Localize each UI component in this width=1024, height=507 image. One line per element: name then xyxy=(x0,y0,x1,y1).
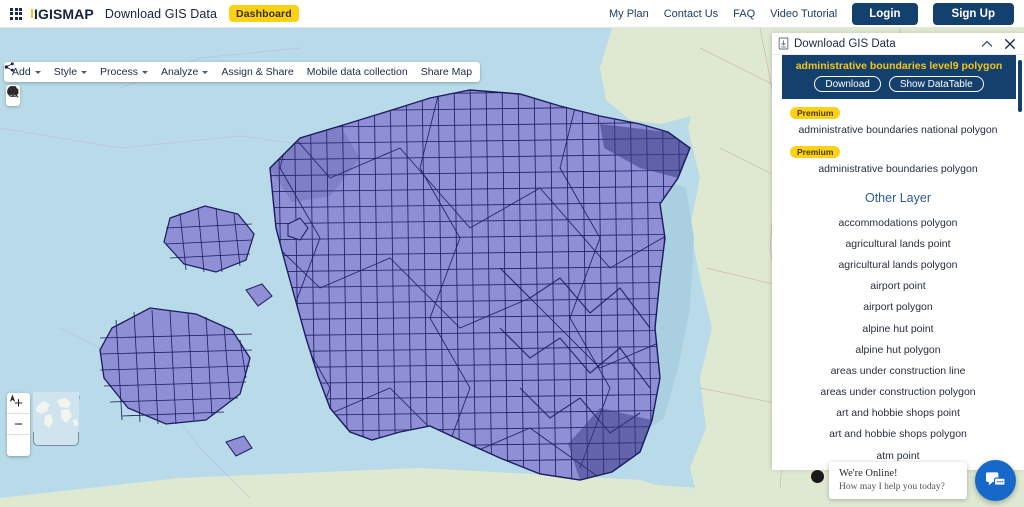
chevron-up-icon[interactable] xyxy=(981,39,993,49)
live-chat-widget: We're Online! How may I help you today? xyxy=(811,460,1016,501)
nav-link-faq[interactable]: FAQ xyxy=(733,8,755,20)
agent-avatar-icon xyxy=(811,470,824,483)
menu-assign-share[interactable]: Assign & Share xyxy=(221,66,293,78)
brand-logo[interactable]: IGISMAP xyxy=(31,6,94,22)
map-menubar: Add Style Process Analyze Assign & Share… xyxy=(4,62,481,82)
list-item[interactable]: alpine hut polygon xyxy=(772,339,1024,360)
menu-share-map-label: Share Map xyxy=(420,66,473,78)
panel-body[interactable]: Premium administrative boundaries level9… xyxy=(772,55,1024,470)
map-toolstrip xyxy=(6,85,20,106)
top-header: IGISMAP Download GIS Data Dashboard My P… xyxy=(0,0,1024,28)
menu-analyze[interactable]: Analyze xyxy=(160,66,209,78)
chat-prompt-text: How may I help you today? xyxy=(839,482,945,492)
chat-open-button[interactable] xyxy=(975,460,1016,501)
chat-status-text: We're Online! xyxy=(839,468,898,479)
list-item[interactable]: areas under construction line xyxy=(772,360,1024,381)
panel-title: Download GIS Data xyxy=(794,37,896,50)
signup-button[interactable]: Sign Up xyxy=(932,2,1014,25)
nav-link-contact-us[interactable]: Contact Us xyxy=(664,8,718,20)
nav-link-my-plan[interactable]: My Plan xyxy=(609,8,649,20)
nav-link-video-tutorial[interactable]: Video Tutorial xyxy=(770,8,837,20)
panel-scrollbar-thumb[interactable] xyxy=(1018,60,1022,112)
chevron-down-icon xyxy=(141,70,148,74)
list-item[interactable]: alpine hut point xyxy=(772,318,1024,339)
download-button[interactable]: Download xyxy=(814,76,881,92)
zoom-out-button[interactable]: − xyxy=(7,414,30,435)
menu-style[interactable]: Style xyxy=(53,66,88,78)
chevron-down-icon xyxy=(81,70,88,74)
list-item[interactable]: accommodations polygon xyxy=(772,212,1024,233)
menu-process-label: Process xyxy=(100,66,138,78)
chat-bubble-icon xyxy=(986,472,1006,486)
compass-north-icon xyxy=(9,394,16,402)
list-item[interactable]: art and hobbie shops point xyxy=(772,403,1024,424)
list-item[interactable]: agricultural lands point xyxy=(772,233,1024,254)
menu-style-label: Style xyxy=(53,66,78,78)
premium-badge: Premium xyxy=(790,107,841,119)
show-datatable-button[interactable]: Show DataTable xyxy=(888,76,984,92)
list-item[interactable]: art and hobbie shops polygon xyxy=(772,424,1024,445)
map-type-thumbnail[interactable] xyxy=(33,392,79,446)
panel-header: Download GIS Data xyxy=(772,33,1024,55)
selected-layer-actions: Download Show DataTable xyxy=(788,76,1010,92)
layers-icon[interactable] xyxy=(6,85,20,98)
chevron-down-icon xyxy=(202,70,209,74)
chevron-down-icon xyxy=(34,70,41,74)
world-map-thumb-icon xyxy=(33,392,79,432)
other-layer-heading: Other Layer xyxy=(864,191,931,205)
login-button[interactable]: Login xyxy=(852,2,918,25)
app-root: IGISMAP Download GIS Data Dashboard My P… xyxy=(0,0,1024,507)
menu-process[interactable]: Process xyxy=(100,66,148,78)
selected-layer-item[interactable]: Premium administrative boundaries level9… xyxy=(782,55,1016,99)
download-data-icon xyxy=(778,37,789,50)
chat-greeting-bubble[interactable]: We're Online! How may I help you today? xyxy=(829,462,967,499)
list-item[interactable]: airport point xyxy=(772,276,1024,297)
panel-scrollbar-track[interactable] xyxy=(1018,59,1022,455)
menu-add[interactable]: Add xyxy=(12,66,41,78)
list-item[interactable]: agricultural lands polygon xyxy=(772,254,1024,275)
list-item[interactable]: areas under construction polygon xyxy=(772,382,1024,403)
apps-grid-icon[interactable] xyxy=(10,7,22,20)
list-item[interactable]: airport polygon xyxy=(772,297,1024,318)
share-nodes-icon xyxy=(4,62,14,72)
menu-share-map[interactable]: Share Map xyxy=(4,62,473,78)
reset-north-button[interactable] xyxy=(7,394,30,456)
download-gis-data-panel: Download GIS Data Premium administrative… xyxy=(772,33,1024,470)
header-subtitle: Download GIS Data xyxy=(104,6,218,21)
brand-name: IGISMAP xyxy=(34,5,94,22)
menu-mobile-data-collection[interactable]: Mobile data collection xyxy=(307,66,408,78)
premium-layer-row: Premium administrative boundaries polygo… xyxy=(772,138,1024,177)
premium-layer-row: Premium administrative boundaries nation… xyxy=(772,99,1024,138)
premium-layer-name[interactable]: administrative boundaries polygon xyxy=(772,163,1024,175)
panel-header-actions xyxy=(981,38,1016,50)
close-icon[interactable] xyxy=(1004,38,1016,50)
dashboard-badge[interactable]: Dashboard xyxy=(229,5,299,22)
header-nav: My Plan Contact Us FAQ Video Tutorial Lo… xyxy=(609,2,1014,25)
menu-analyze-label: Analyze xyxy=(160,66,199,78)
selected-layer-name: administrative boundaries level9 polygon xyxy=(795,60,1003,72)
premium-layer-name[interactable]: administrative boundaries national polyg… xyxy=(772,124,1024,136)
premium-badge: Premium xyxy=(790,146,841,158)
brand-accent-mark xyxy=(31,8,33,18)
map-zoom-controls: + − xyxy=(7,393,30,456)
map-type-switcher: Map Type xyxy=(33,392,80,446)
